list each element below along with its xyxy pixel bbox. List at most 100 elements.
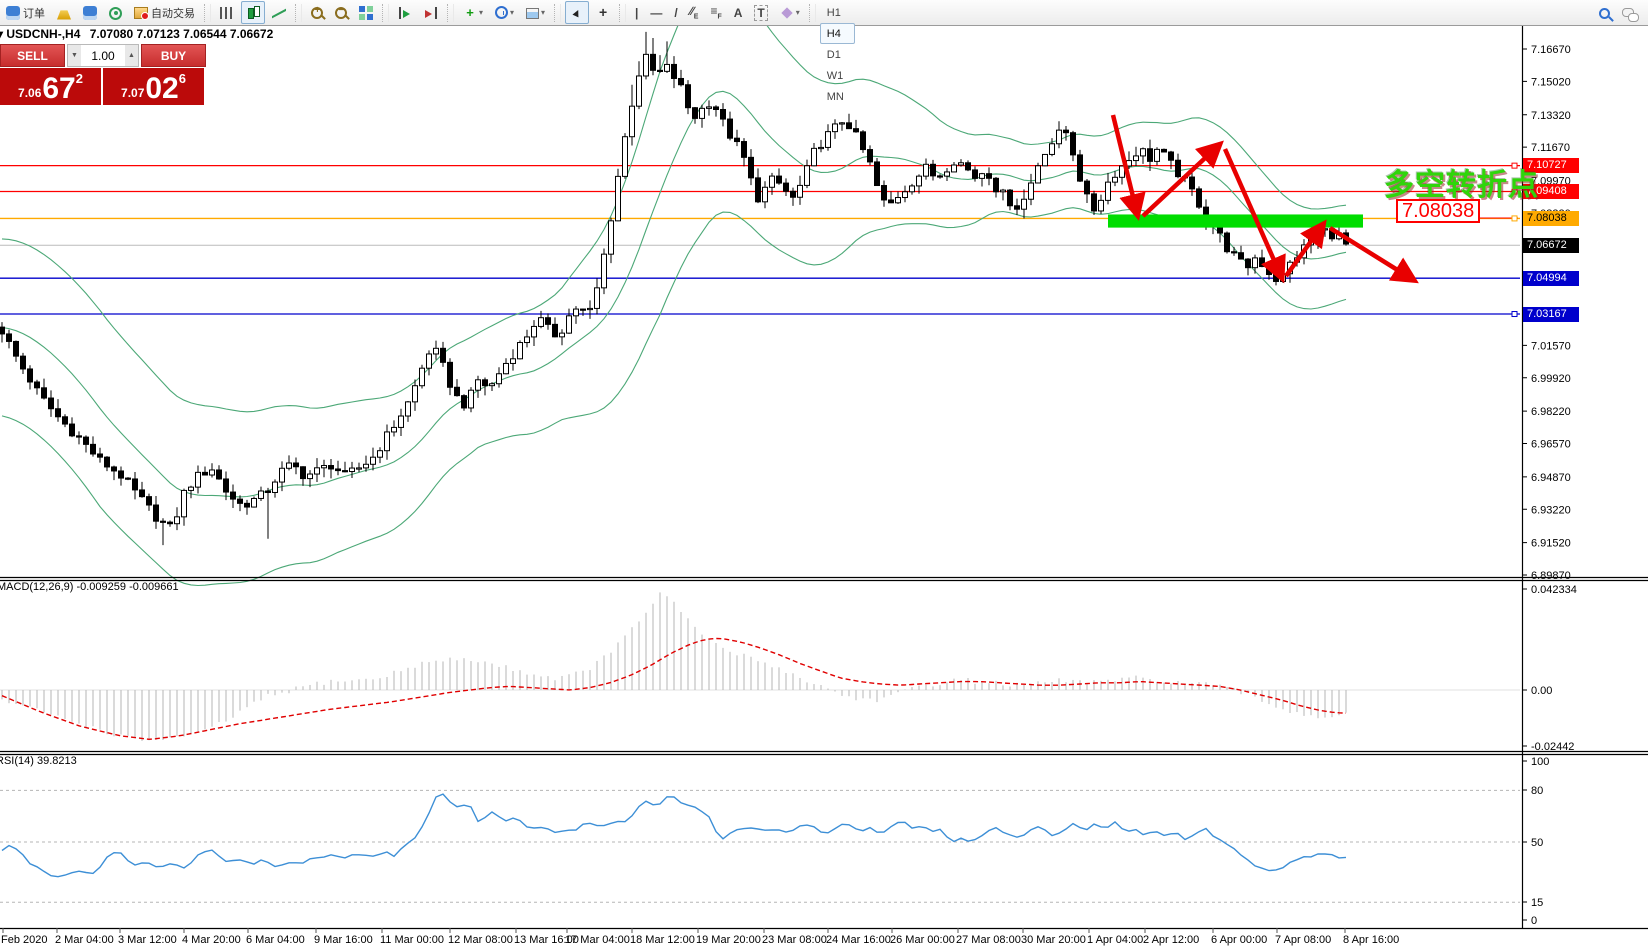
broadcast-button[interactable] bbox=[104, 1, 127, 24]
fibonacci-button[interactable]: ≡F bbox=[705, 1, 726, 24]
toolbar-separator bbox=[809, 4, 816, 22]
chevron-down-icon: ▾ bbox=[541, 8, 545, 17]
sell-price-sup: 2 bbox=[76, 64, 83, 94]
cursor-icon: ► bbox=[568, 3, 587, 22]
bar-chart-icon bbox=[220, 7, 234, 19]
time-axis-label: Feb 2020 bbox=[1, 934, 47, 946]
text-button[interactable]: A bbox=[729, 1, 748, 24]
buy-price-sup: 6 bbox=[179, 64, 186, 94]
volume-increase-button[interactable]: ▲ bbox=[125, 45, 138, 66]
templates-button[interactable]: ▾ bbox=[521, 1, 550, 24]
new-order-button[interactable]: 订单 bbox=[1, 1, 50, 24]
toolbar-separator bbox=[204, 4, 211, 22]
volume-input[interactable] bbox=[81, 45, 125, 66]
timeframe-mn[interactable]: MN bbox=[820, 86, 855, 107]
price-axis-tick-label: 6.96570 bbox=[1531, 439, 1571, 451]
indicator-axis-label: 0.00 bbox=[1531, 685, 1552, 697]
search-button[interactable] bbox=[1594, 1, 1615, 24]
symbol-title: USDCNH-,H4 bbox=[6, 27, 80, 41]
horizontal-line-button[interactable]: — bbox=[645, 1, 667, 24]
channel-button[interactable]: ∕∕E bbox=[685, 1, 704, 24]
timeframe-toolbar: M1M5M15M30H1H4D1W1MN bbox=[819, 0, 856, 107]
timeframe-d1[interactable]: D1 bbox=[820, 44, 855, 65]
channel-icon: ∕∕E bbox=[690, 4, 699, 20]
time-axis-label: 11 Mar 00:00 bbox=[380, 934, 444, 946]
market-button[interactable] bbox=[78, 1, 102, 24]
candlestick-chart-button[interactable] bbox=[241, 1, 265, 24]
price-level-badge: 7.04994 bbox=[1523, 271, 1579, 286]
chevron-down-icon: ▾ bbox=[510, 8, 514, 17]
chat-button[interactable] bbox=[1617, 1, 1639, 24]
trend-arrow[interactable] bbox=[1225, 149, 1281, 276]
vertical-line-button[interactable]: | bbox=[630, 1, 643, 24]
text-icon: A bbox=[734, 6, 743, 20]
turning-point-annotation[interactable]: 多空转折点 bbox=[1384, 160, 1539, 204]
one-click-collapse-icon[interactable]: ▾ bbox=[0, 27, 3, 41]
symbol-info-line: ▾ USDCNH-,H4 7.07080 7.07123 7.06544 7.0… bbox=[0, 27, 273, 41]
periods-button[interactable]: ▾ bbox=[490, 1, 519, 24]
line-end-marker bbox=[1512, 216, 1517, 221]
timeframe-h4[interactable]: H4 bbox=[820, 23, 855, 44]
cursor-button[interactable]: ► bbox=[565, 1, 589, 24]
trend-arrow[interactable] bbox=[1113, 115, 1137, 213]
vertical-line-icon: | bbox=[635, 6, 638, 20]
volume-decrease-button[interactable]: ▼ bbox=[68, 45, 81, 66]
price-axis-tick-label: 6.91520 bbox=[1531, 538, 1571, 550]
price-axis-tick-label: 7.11670 bbox=[1531, 142, 1570, 154]
text-label-button[interactable]: T bbox=[749, 1, 772, 24]
price-axis-tick-label: 6.99920 bbox=[1531, 373, 1571, 385]
indicators-button[interactable]: +▾ bbox=[458, 1, 488, 24]
time-axis-label: 7 Apr 08:00 bbox=[1275, 934, 1331, 946]
auto-trading-button[interactable]: 自动交易 bbox=[129, 1, 200, 24]
buy-price-display[interactable]: 7.07 02 6 bbox=[103, 68, 204, 105]
macd-indicator-label: MACD(12,26,9) -0.009259 -0.009661 bbox=[0, 581, 179, 593]
zoom-out-button[interactable] bbox=[330, 1, 352, 24]
toolbar-separator bbox=[447, 4, 454, 22]
bollinger-band-line bbox=[2, 208, 1346, 586]
new-order-label: 订单 bbox=[23, 5, 45, 21]
trendline-button[interactable]: / bbox=[669, 1, 682, 24]
price-axis-tick-label: 6.98220 bbox=[1531, 406, 1571, 418]
market-icon bbox=[83, 6, 97, 20]
time-axis-label: 30 Mar 20:00 bbox=[1021, 934, 1086, 946]
sell-button[interactable]: SELL bbox=[0, 44, 65, 67]
time-axis-label: 8 Apr 16:00 bbox=[1343, 934, 1399, 946]
chat-icon bbox=[1622, 8, 1634, 17]
trendline-icon: / bbox=[674, 6, 677, 20]
time-axis-label: 27 Mar 08:00 bbox=[956, 934, 1021, 946]
horizontal-line-icon: — bbox=[650, 6, 662, 20]
sell-price-display[interactable]: 7.06 67 2 bbox=[0, 68, 101, 105]
line-chart-button[interactable] bbox=[267, 1, 291, 24]
timeframe-w1[interactable]: W1 bbox=[820, 65, 855, 86]
gold-button[interactable] bbox=[52, 1, 76, 24]
chart-canvas[interactable]: 7.166707.150207.133207.116707.099707.083… bbox=[0, 0, 1648, 949]
crosshair-button[interactable]: + bbox=[591, 1, 615, 24]
indicator-axis-label: 0.042334 bbox=[1531, 584, 1577, 596]
tile-windows-icon bbox=[359, 6, 373, 20]
price-level-badge: 7.06672 bbox=[1523, 238, 1579, 253]
buy-price-big: 02 bbox=[145, 75, 178, 103]
indicator-axis-label: 50 bbox=[1531, 837, 1543, 849]
zoom-in-button[interactable] bbox=[306, 1, 328, 24]
one-click-trade-panel: SELL ▼ ▲ BUY 7.06 67 2 7.07 02 6 bbox=[0, 44, 206, 105]
bar-chart-button[interactable] bbox=[215, 1, 239, 24]
shapes-icon bbox=[781, 7, 792, 18]
time-axis-label: 1 Apr 04:00 bbox=[1087, 934, 1143, 946]
search-icon bbox=[1599, 8, 1610, 19]
time-axis-label: 26 Mar 00:00 bbox=[890, 934, 955, 946]
timeframe-h1[interactable]: H1 bbox=[820, 2, 855, 23]
price-axis-tick-label: 7.16670 bbox=[1531, 44, 1571, 56]
price-callout-label[interactable]: 7.08038 bbox=[1396, 199, 1480, 223]
shapes-button[interactable]: ▾ bbox=[775, 1, 805, 24]
time-axis-label: 6 Mar 04:00 bbox=[246, 934, 305, 946]
candlestick-icon bbox=[246, 6, 260, 20]
time-axis-label: 2 Mar 04:00 bbox=[55, 934, 114, 946]
time-axis-label: 3 Mar 12:00 bbox=[118, 934, 177, 946]
trend-arrow[interactable] bbox=[1286, 226, 1322, 276]
auto-scroll-button[interactable] bbox=[393, 1, 417, 24]
chart-shift-button[interactable] bbox=[419, 1, 443, 24]
supply-zone-box[interactable] bbox=[1108, 214, 1363, 227]
tile-windows-button[interactable] bbox=[354, 1, 378, 24]
buy-button[interactable]: BUY bbox=[141, 44, 206, 67]
indicator-axis-label: -0.02442 bbox=[1531, 741, 1574, 753]
